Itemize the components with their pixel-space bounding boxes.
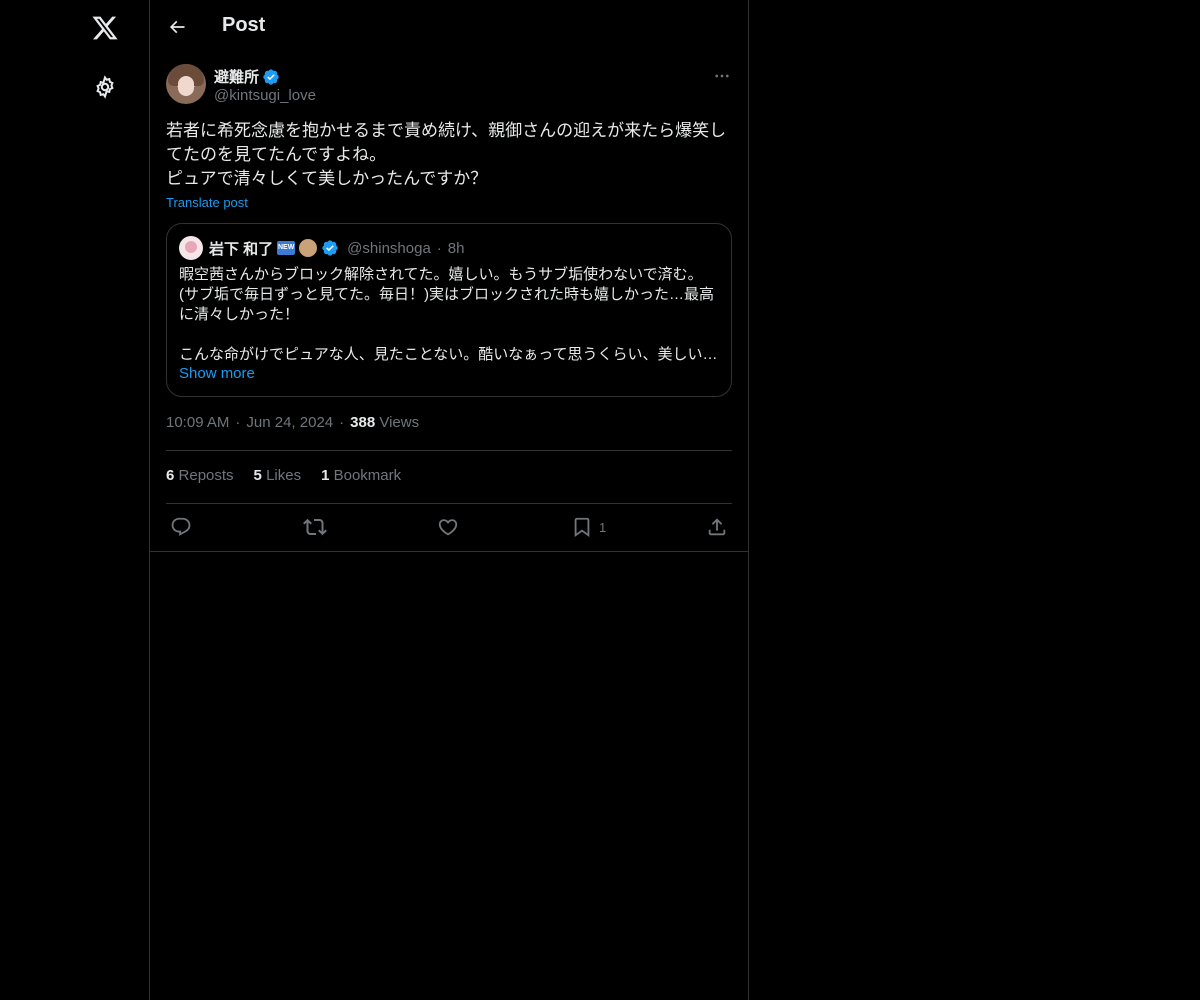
quoted-post-header: 岩下 和了 NEW @shinshoga · 8h [179, 236, 464, 260]
divider [166, 503, 732, 504]
primary-column: Post 避難所 @kintsugi_love 若者に希死念慮を抱かせるまで責め… [149, 0, 749, 1000]
action-bar: 1 [166, 507, 732, 547]
verified-badge-icon [322, 240, 338, 256]
author-name-text[interactable]: 避難所 [214, 66, 259, 87]
gear-icon[interactable] [85, 67, 125, 107]
reply-button[interactable] [170, 507, 192, 547]
quoted-avatar [179, 236, 203, 260]
translate-post-link[interactable]: Translate post [166, 195, 248, 210]
reply-icon [171, 517, 191, 536]
likes-stat[interactable]: 5 Likes [254, 467, 302, 484]
views-label: Views [379, 414, 420, 431]
divider [150, 551, 748, 552]
repost-icon [303, 518, 327, 536]
post-text: 若者に希死念慮を抱かせるまで責め続け、親御さんの迎えが来たら爆笑してたのを見てた… [166, 121, 727, 188]
quoted-post-time: 8h [447, 239, 465, 257]
author-handle[interactable]: @kintsugi_love [214, 87, 316, 104]
more-options-icon[interactable] [710, 66, 734, 86]
show-more-link[interactable]: Show more [179, 365, 255, 382]
bookmark-icon [574, 517, 590, 538]
bookmark-count: 1 [599, 519, 607, 535]
side-nav [0, 0, 150, 1000]
back-arrow-icon[interactable] [162, 12, 192, 42]
share-button[interactable] [706, 507, 728, 547]
page-title: Post [222, 14, 266, 36]
reposts-stat[interactable]: 6 Reposts [166, 467, 234, 484]
bookmarks-stat[interactable]: 1 Bookmark [321, 467, 401, 484]
post-time[interactable]: 10:09 AM [166, 414, 229, 431]
divider [166, 450, 732, 451]
separator-dot: · [235, 414, 241, 431]
like-button[interactable] [437, 507, 459, 547]
repost-button[interactable] [303, 507, 327, 547]
quoted-author-name: 岩下 和了 [209, 240, 274, 258]
quoted-author-handle: @shinshoga [347, 239, 431, 257]
verified-badge-icon [263, 68, 279, 85]
separator-dot: · [339, 414, 345, 431]
avatar[interactable] [166, 64, 206, 104]
separator-dot: · [436, 239, 442, 257]
page-header: Post [150, 0, 748, 53]
post-stats: 6 Reposts 5 Likes 1 Bookmark [166, 467, 401, 484]
bookmark-button[interactable]: 1 [571, 507, 606, 547]
views-count: 388 [350, 414, 376, 431]
new-badge-icon: NEW [277, 241, 296, 255]
post-date[interactable]: Jun 24, 2024 [246, 414, 333, 431]
quoted-post[interactable]: 岩下 和了 NEW @shinshoga · 8h 暇空茜さんからブロック解除さ… [166, 223, 732, 397]
author-name[interactable]: 避難所 [214, 66, 280, 87]
post-author: 避難所 @kintsugi_love [166, 64, 734, 108]
x-logo-icon[interactable] [85, 8, 125, 48]
heart-icon [438, 519, 458, 536]
share-icon [708, 518, 726, 536]
quoted-post-text: 暇空茜さんからブロック解除されてた。嬉しい。もうサブ垢使わないで済む。(サブ垢で… [179, 266, 718, 363]
post-meta: 10:09 AM · Jun 24, 2024 · 388 Views [166, 414, 419, 431]
emoji-icon [299, 239, 318, 257]
